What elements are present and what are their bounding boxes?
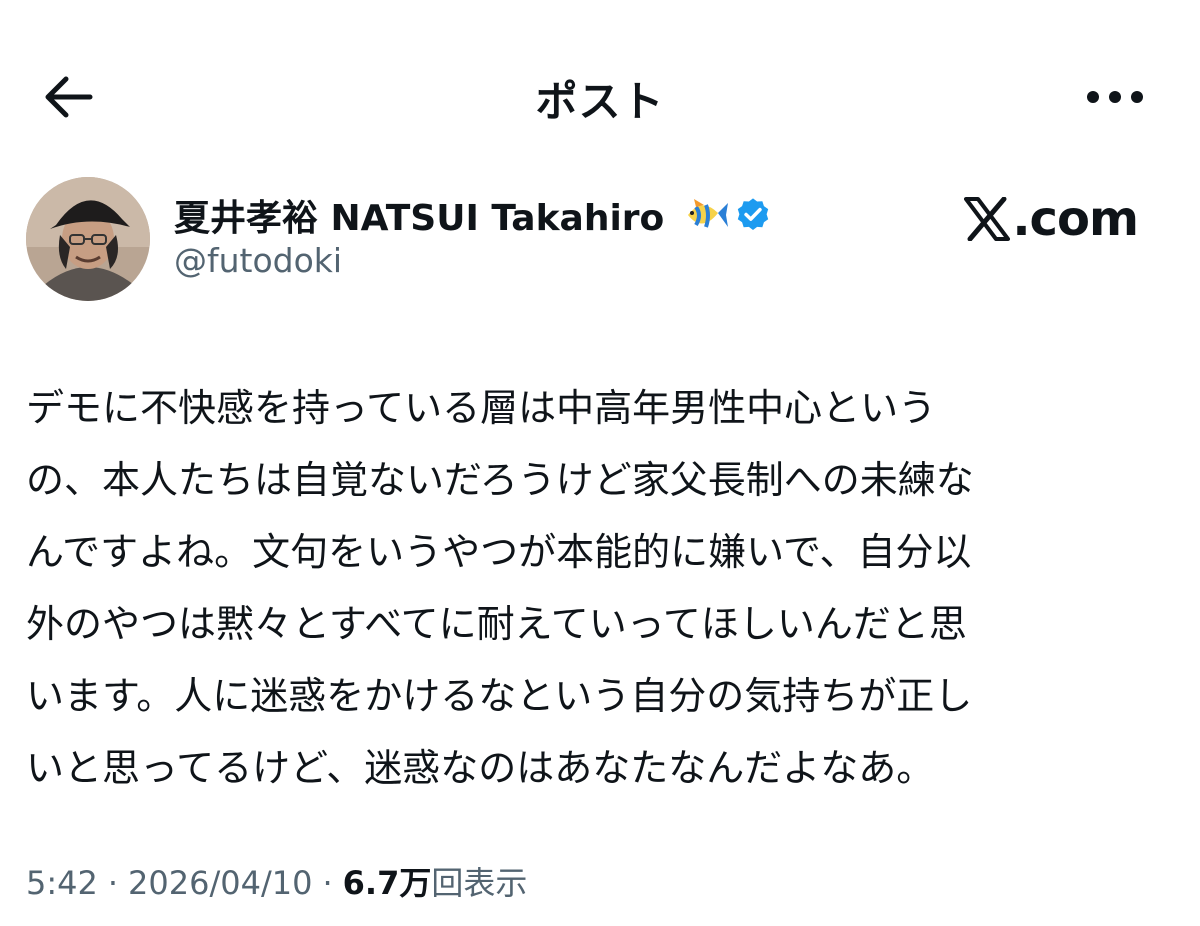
avatar-image [26,177,150,301]
tweet-line: います。人に迷惑をかけるなという自分の気持ちが正し [26,674,973,718]
post-date[interactable]: 2026/04/10 [128,864,312,902]
page-title: ポスト [535,77,665,126]
views-label: 回表示 [431,864,528,902]
tropical-fish-icon [678,193,729,237]
x-com-domain: .com [1012,191,1139,247]
meta-separator: · [322,864,333,902]
tweet-meta: 5:42 · 2026/04/10 · 6.7万 回表示 [26,858,527,904]
x-com-logo: .com [964,189,1139,249]
views-count[interactable]: 6.7万 [343,858,432,904]
x-logo-icon [964,197,1011,241]
arrow-left-icon [45,76,93,118]
tweet-line: の、本人たちは自覚ないだろうけど家父長制への未練な [26,458,974,502]
more-options-button[interactable] [1080,74,1150,120]
tweet-line: 外のやつは黙々とすべてに耐えていってほしいんだと思 [26,602,967,646]
username-handle[interactable]: @futodoki [174,241,342,280]
avatar[interactable] [26,177,150,301]
more-horizontal-icon [1087,91,1143,103]
tweet-text: デモに不快感を持っている層は中高年男性中心という の、本人たちは自覚ないだろうけ… [26,372,1146,804]
meta-separator: · [107,864,119,902]
verified-badge-icon [734,196,772,234]
name-row: 夏井孝裕 NATSUI Takahiro [174,189,772,241]
post-time[interactable]: 5:42 [26,864,98,902]
display-name[interactable]: 夏井孝裕 NATSUI Takahiro [174,189,664,241]
back-button[interactable] [38,72,98,122]
tweet-line: いと思ってるけど、迷惑なのはあなたなんだよなあ。 [26,746,935,790]
tweet-line: デモに不快感を持っている層は中高年男性中心という [26,386,937,430]
author-section: 夏井孝裕 NATSUI Takahiro @futodoki .com [0,175,1200,305]
top-bar: ポスト [0,0,1200,190]
tweet-line: んですよね。文句をいうやつが本能的に嫌いで、自分以 [26,530,972,574]
